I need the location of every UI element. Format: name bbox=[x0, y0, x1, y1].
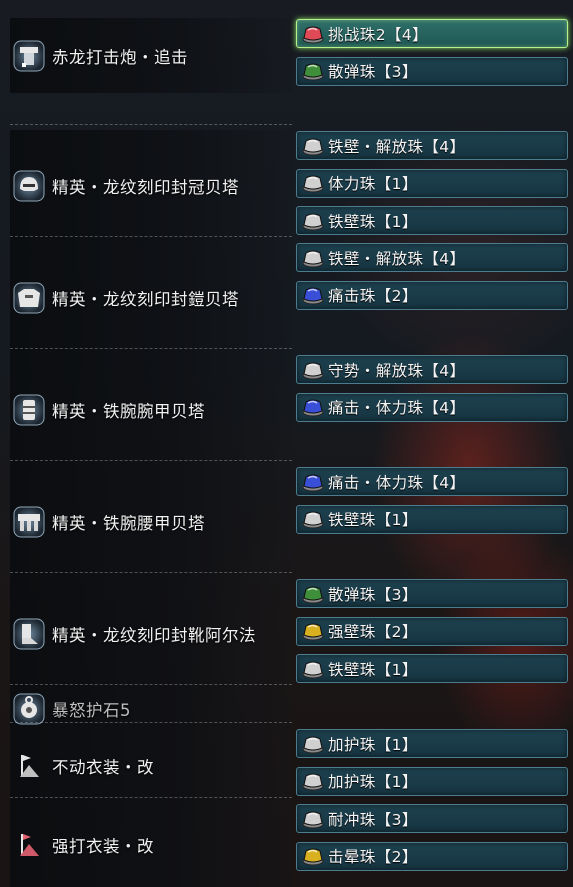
blue-gem-icon bbox=[301, 472, 325, 492]
decoration-label: 散弹珠【3】 bbox=[328, 63, 418, 81]
decoration-slot[interactable]: 击晕珠【2】 bbox=[296, 841, 568, 871]
decoration-slot[interactable]: 铁壁珠【1】 bbox=[296, 654, 568, 683]
white-gem-icon bbox=[301, 659, 325, 679]
blue-gem-icon bbox=[301, 285, 325, 305]
decoration-slot[interactable]: 守势・解放珠【4】 bbox=[296, 355, 568, 384]
decoration-label: 铁壁珠【1】 bbox=[328, 660, 418, 679]
waist-armor-icon bbox=[12, 505, 46, 539]
helmet-icon bbox=[12, 169, 46, 203]
group-divider bbox=[10, 797, 292, 799]
decoration-label: 铁壁・解放珠【4】 bbox=[328, 137, 466, 156]
armor-name: 赤龙打击炮・追击 bbox=[52, 47, 188, 67]
chest-armor-icon bbox=[12, 281, 46, 315]
charm-icon bbox=[12, 692, 46, 726]
decoration-slot[interactable]: 散弹珠【3】 bbox=[296, 579, 568, 608]
group-divider bbox=[10, 236, 292, 238]
decoration-label: 痛击珠【2】 bbox=[328, 287, 418, 305]
armor-name: 暴怒护石5 bbox=[52, 701, 131, 720]
leg-armor-icon bbox=[12, 617, 46, 651]
blue-gem-icon bbox=[301, 397, 325, 417]
decoration-slot[interactable]: 痛击珠【2】 bbox=[296, 280, 568, 310]
armor-row[interactable]: 不动衣装・改 bbox=[12, 746, 292, 786]
decoration-slot[interactable]: 散弹珠【3】 bbox=[296, 56, 568, 86]
decoration-label: 守势・解放珠【4】 bbox=[328, 361, 466, 380]
armor-row[interactable]: 精英・龙纹刻印封鎧贝塔 bbox=[12, 278, 292, 318]
decoration-label: 铁壁・解放珠【4】 bbox=[328, 249, 466, 268]
armor-name: 精英・铁腕腰甲贝塔 bbox=[52, 514, 205, 533]
decoration-slot[interactable]: 铁壁珠【1】 bbox=[296, 206, 568, 235]
white-gem-icon bbox=[301, 248, 325, 268]
decoration-label: 强壁珠【2】 bbox=[328, 623, 418, 641]
armor-row[interactable]: 精英・铁腕腰甲贝塔 bbox=[12, 502, 292, 542]
white-gem-icon bbox=[301, 509, 325, 529]
group-divider bbox=[10, 722, 292, 724]
yellow-gem-icon bbox=[301, 621, 325, 641]
armor-name: 精英・龙纹刻印封冠贝塔 bbox=[52, 178, 239, 197]
decoration-label: 加护珠【1】 bbox=[328, 735, 418, 754]
mantle-icon bbox=[12, 749, 46, 783]
decoration-label: 加护珠【1】 bbox=[328, 773, 418, 791]
armor-name: 不动衣装・改 bbox=[52, 757, 154, 777]
red-gem-icon bbox=[301, 24, 325, 44]
decoration-slot[interactable]: 加护珠【1】 bbox=[296, 766, 568, 796]
decoration-slot[interactable]: 痛击・体力珠【4】 bbox=[296, 467, 568, 496]
decoration-slot[interactable]: 加护珠【1】 bbox=[296, 729, 568, 758]
armor-row[interactable]: 精英・龙纹刻印封靴阿尔法 bbox=[12, 614, 292, 654]
decoration-slot[interactable]: 铁壁珠【1】 bbox=[296, 504, 568, 534]
armor-row[interactable]: 精英・龙纹刻印封冠贝塔 bbox=[12, 166, 292, 206]
decoration-slot-selected[interactable]: 挑战珠2【4】 bbox=[296, 19, 568, 48]
arm-armor-icon bbox=[12, 393, 46, 427]
decoration-slot[interactable]: 铁壁・解放珠【4】 bbox=[296, 243, 568, 272]
decoration-label: 散弹珠【3】 bbox=[328, 585, 418, 604]
white-gem-icon bbox=[301, 136, 325, 156]
white-gem-icon bbox=[301, 173, 325, 193]
green-gem-icon bbox=[301, 61, 325, 81]
decoration-label: 耐冲珠【3】 bbox=[328, 810, 418, 829]
group-divider bbox=[10, 572, 292, 574]
decoration-label: 挑战珠2【4】 bbox=[328, 25, 429, 44]
decoration-label: 痛击・体力珠【4】 bbox=[328, 399, 466, 417]
armor-row[interactable]: 强打衣装・改 bbox=[12, 825, 292, 865]
group-divider bbox=[10, 124, 292, 126]
decoration-slot[interactable]: 痛击・体力珠【4】 bbox=[296, 392, 568, 422]
white-gem-icon bbox=[301, 809, 325, 829]
group-divider bbox=[10, 348, 292, 350]
armor-name: 精英・铁腕腕甲贝塔 bbox=[52, 402, 205, 421]
armor-row[interactable]: 赤龙打击炮・追击 bbox=[12, 36, 292, 76]
group-divider bbox=[10, 684, 292, 686]
decoration-slot[interactable]: 耐冲珠【3】 bbox=[296, 804, 568, 833]
decoration-label: 击晕珠【2】 bbox=[328, 848, 418, 866]
decoration-slot[interactable]: 铁壁・解放珠【4】 bbox=[296, 131, 568, 160]
mantle-red-icon bbox=[12, 828, 46, 862]
white-gem-icon bbox=[301, 360, 325, 380]
bowgun-weapon-icon bbox=[12, 39, 46, 73]
decoration-label: 铁壁珠【1】 bbox=[328, 212, 418, 231]
decoration-label: 体力珠【1】 bbox=[328, 175, 418, 193]
armor-row[interactable]: 精英・铁腕腕甲贝塔 bbox=[12, 390, 292, 430]
decoration-slot[interactable]: 体力珠【1】 bbox=[296, 168, 568, 198]
armor-name: 精英・龙纹刻印封靴阿尔法 bbox=[52, 626, 256, 645]
yellow-gem-icon bbox=[301, 846, 325, 866]
green-gem-icon bbox=[301, 584, 325, 604]
decoration-label: 痛击・体力珠【4】 bbox=[328, 473, 466, 492]
decoration-slot[interactable]: 强壁珠【2】 bbox=[296, 616, 568, 646]
equipment-list: 赤龙打击炮・追击 挑战珠2【4】 散弹珠【3】 精英・龙纹刻印封冠贝塔 铁壁・解放珠【4… bbox=[0, 0, 573, 887]
group-divider bbox=[10, 460, 292, 462]
white-gem-icon bbox=[301, 771, 325, 791]
armor-name: 精英・龙纹刻印封鎧贝塔 bbox=[52, 290, 239, 309]
armor-name: 强打衣装・改 bbox=[52, 837, 154, 856]
white-gem-icon bbox=[301, 734, 325, 754]
white-gem-icon bbox=[301, 211, 325, 231]
decoration-label: 铁壁珠【1】 bbox=[328, 511, 418, 529]
